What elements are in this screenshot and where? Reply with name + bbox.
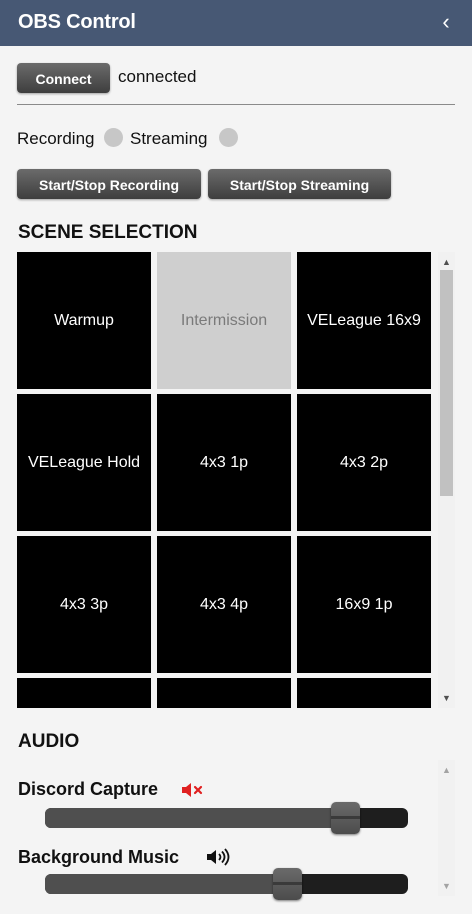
- music-volume-slider[interactable]: [273, 868, 302, 900]
- slider-grip: [331, 816, 360, 819]
- slider-grip: [273, 882, 302, 885]
- scene-grid[interactable]: Warmup Intermission VELeague 16x9 VELeague …: [17, 252, 455, 708]
- audio-scrollbar[interactable]: ▲ ▼: [438, 760, 455, 896]
- music-volume-fill: [45, 874, 288, 894]
- chevron-left-icon[interactable]: ‹: [436, 10, 456, 34]
- scene-button[interactable]: 4x3 2p: [297, 394, 431, 531]
- recording-label: Recording: [17, 129, 95, 148]
- scroll-up-icon[interactable]: ▲: [438, 255, 455, 269]
- scene-button[interactable]: 16x9 1p: [297, 536, 431, 673]
- scene-button[interactable]: VELeague 16x9: [297, 252, 431, 389]
- scene-button[interactable]: Intermission: [157, 252, 291, 389]
- scroll-up-icon[interactable]: ▲: [438, 763, 455, 777]
- scene-button[interactable]: [157, 678, 291, 708]
- scroll-down-icon[interactable]: ▼: [438, 879, 455, 893]
- discord-volume-fill: [45, 808, 346, 828]
- scene-button[interactable]: VELeague Hold: [17, 394, 151, 531]
- scrollbar-thumb[interactable]: [440, 270, 453, 496]
- speaker-on-icon[interactable]: [206, 848, 232, 871]
- scene-button[interactable]: 4x3 1p: [157, 394, 291, 531]
- discord-volume-slider[interactable]: [331, 802, 360, 834]
- recording-indicator: [104, 128, 123, 147]
- streaming-label: Streaming: [130, 129, 208, 148]
- speaker-muted-icon[interactable]: [181, 781, 205, 804]
- audio-source-label-music: Background Music: [18, 847, 180, 867]
- scene-button[interactable]: [297, 678, 431, 708]
- scene-selection-heading: SCENE SELECTION: [18, 222, 198, 243]
- connection-status: connected: [118, 67, 197, 86]
- scene-button[interactable]: 4x3 3p: [17, 536, 151, 673]
- app-header: OBS Control ‹: [0, 0, 472, 46]
- music-volume-track[interactable]: [45, 874, 408, 894]
- scene-button[interactable]: [17, 678, 151, 708]
- audio-heading: AUDIO: [18, 731, 80, 752]
- divider: [17, 104, 455, 105]
- scene-scrollbar[interactable]: ▲ ▼: [438, 252, 455, 708]
- scene-button[interactable]: 4x3 4p: [157, 536, 291, 673]
- connect-button[interactable]: Connect: [17, 63, 110, 93]
- start-stop-recording-button[interactable]: Start/Stop Recording: [17, 169, 201, 199]
- audio-source-label-discord: Discord Capture: [18, 779, 159, 799]
- app-title: OBS Control: [18, 11, 136, 33]
- scene-button[interactable]: Warmup: [17, 252, 151, 389]
- scroll-down-icon[interactable]: ▼: [438, 691, 455, 705]
- start-stop-streaming-button[interactable]: Start/Stop Streaming: [208, 169, 391, 199]
- streaming-indicator: [219, 128, 238, 147]
